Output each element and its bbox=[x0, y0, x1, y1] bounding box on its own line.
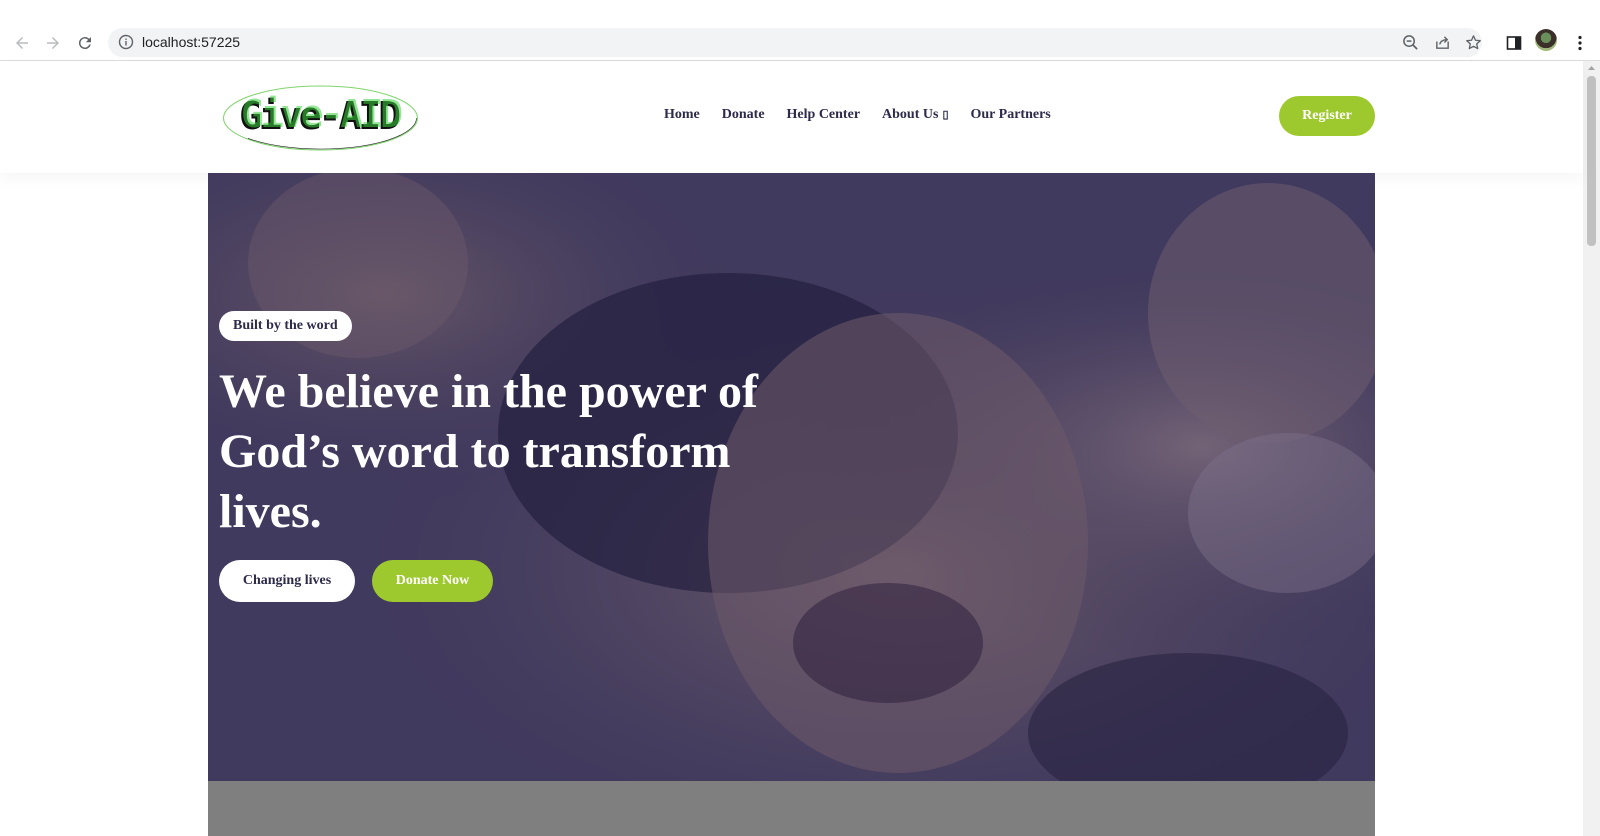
side-panel-icon[interactable] bbox=[1500, 26, 1528, 60]
nav-item-our-partners[interactable]: Our Partners bbox=[971, 106, 1051, 124]
hero-title: We believe in the power of God’s word to… bbox=[219, 365, 759, 538]
give-aid-logo[interactable]: Give-AID Give-AID bbox=[222, 84, 419, 152]
scroll-up-arrow-icon[interactable] bbox=[1583, 63, 1600, 73]
nav-item-help-center[interactable]: Help Center bbox=[787, 106, 860, 124]
svg-text:Give-AID: Give-AID bbox=[241, 92, 402, 136]
browser-tab-strip bbox=[0, 0, 1600, 26]
site-header: Give-AID Give-AID Home Donate Help Cente… bbox=[0, 61, 1583, 173]
url-text: localhost:57225 bbox=[142, 34, 241, 50]
info-icon[interactable] bbox=[118, 34, 134, 50]
browser-toolbar: localhost:57225 bbox=[0, 26, 1600, 61]
register-button[interactable]: Register bbox=[1279, 96, 1375, 136]
share-icon[interactable] bbox=[1434, 34, 1451, 51]
reload-icon[interactable] bbox=[71, 26, 99, 60]
changing-lives-button[interactable]: Changing lives bbox=[219, 560, 355, 602]
more-menu-icon[interactable] bbox=[1566, 26, 1594, 60]
nav-item-about-us[interactable]: About Us ▯ bbox=[882, 106, 948, 124]
profile-avatar[interactable] bbox=[1535, 29, 1557, 51]
donate-now-button[interactable]: Donate Now bbox=[372, 560, 493, 602]
scroll-thumb[interactable] bbox=[1587, 76, 1596, 246]
chevron-down-icon: ▯ bbox=[942, 109, 949, 121]
section-band bbox=[208, 781, 1375, 836]
hero-badge: Built by the word bbox=[219, 311, 352, 341]
page-scrollbar[interactable] bbox=[1583, 61, 1600, 836]
star-icon[interactable] bbox=[1465, 34, 1482, 51]
nav-item-donate[interactable]: Donate bbox=[722, 106, 765, 124]
zoom-out-icon[interactable] bbox=[1402, 34, 1419, 51]
nav-item-about-us-label: About Us bbox=[882, 107, 939, 122]
nav-item-home[interactable]: Home bbox=[664, 106, 700, 124]
main-nav: Home Donate Help Center About Us ▯ Our Pa… bbox=[664, 106, 1073, 124]
hero-section: Built by the word We believe in the powe… bbox=[208, 173, 1375, 781]
back-arrow-icon[interactable] bbox=[8, 26, 36, 60]
address-bar[interactable]: localhost:57225 bbox=[108, 28, 1482, 57]
forward-arrow-icon[interactable] bbox=[39, 26, 67, 60]
